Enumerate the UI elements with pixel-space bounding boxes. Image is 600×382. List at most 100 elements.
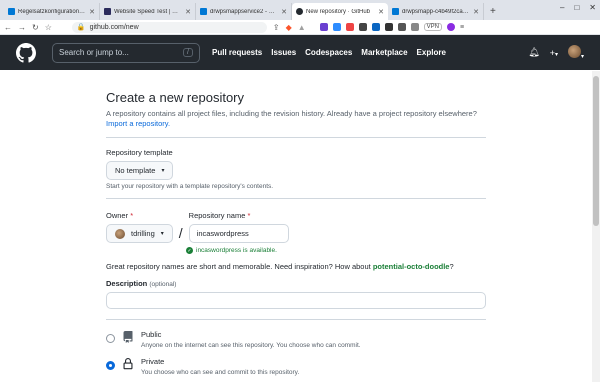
github-header: Search or jump to... / Pull requests Iss… (0, 35, 600, 70)
vpn-button[interactable]: VPN (423, 23, 442, 31)
repo-name-label: Repository name * (188, 211, 251, 220)
repo-name-input[interactable]: incaswordpress (188, 224, 289, 243)
private-text: Private You choose who can see and commi… (141, 357, 299, 376)
private-desc: You choose who can see and commit to thi… (141, 369, 300, 376)
close-icon[interactable]: ✕ (185, 8, 191, 16)
page-subtitle: A repository contains all project files,… (106, 109, 486, 129)
tab-label: drwpsmappservice2 - Microsoft (210, 8, 279, 15)
nav-pull-requests[interactable]: Pull requests (212, 48, 262, 57)
lock-icon: 🔒 (76, 24, 86, 31)
browser-tab[interactable]: Regelsatzkonfiguration - Micro ✕ (4, 3, 100, 20)
brave-wallet-icon[interactable] (447, 23, 455, 31)
extension-icon[interactable] (397, 23, 406, 31)
new-repo-form: Create a new repository A repository con… (106, 70, 486, 376)
nav-explore[interactable]: Explore (417, 48, 446, 57)
extension-icon[interactable] (332, 23, 341, 31)
browser-tab[interactable]: drwpsmappservice2 - Microsoft ✕ (196, 3, 292, 20)
forward-icon[interactable]: → (18, 23, 26, 32)
notifications-bell-icon[interactable]: 🔔︎ (528, 47, 539, 58)
back-icon[interactable]: ← (4, 23, 12, 32)
tab-label: Website Speed Test | Uptrends (114, 8, 182, 15)
browser-tab[interactable]: Website Speed Test | Uptrends ✕ (100, 3, 196, 20)
optional-marker: (optional) (149, 281, 177, 288)
template-hint: Start your repository with a template re… (106, 183, 274, 190)
github-icon (296, 8, 303, 15)
user-menu[interactable]: ▾ (567, 45, 584, 60)
extensions-row: VPN ≡ (319, 23, 464, 31)
github-logo-icon[interactable] (16, 42, 36, 63)
description-input[interactable] (106, 292, 486, 309)
close-icon[interactable]: ✕ (89, 8, 95, 16)
bookmark-icon[interactable]: ☆ (45, 23, 52, 32)
share-icon[interactable]: ⇪ (273, 23, 280, 32)
chevron-down-icon: ▾ (580, 54, 584, 60)
repo-icon (123, 331, 133, 343)
extension-icon[interactable] (384, 23, 393, 31)
import-repository-link[interactable]: Import a repository. (106, 119, 170, 128)
address-bar[interactable]: 🔒 github.com/new (71, 21, 267, 33)
repo-name-value: incaswordpress (196, 229, 249, 238)
maximize-button[interactable]: □ (574, 3, 579, 12)
scrollbar-thumb[interactable] (593, 76, 599, 226)
public-radio[interactable] (106, 334, 115, 343)
menu-icon[interactable]: ≡ (460, 24, 464, 31)
extension-icon[interactable] (319, 23, 328, 31)
nav-marketplace[interactable]: Marketplace (361, 48, 407, 57)
create-new-button[interactable]: +▾ (550, 48, 558, 58)
chevron-down-icon: ▾ (161, 168, 165, 174)
private-radio[interactable] (106, 361, 115, 370)
extension-icon[interactable] (410, 23, 419, 31)
suggestion-link[interactable]: potential-octo-doodle (373, 262, 450, 271)
url-text: github.com/new (89, 23, 139, 31)
azure-icon (200, 8, 207, 15)
search-input[interactable]: Search or jump to... / (52, 42, 200, 63)
close-icon[interactable]: ✕ (473, 8, 479, 16)
owner-select[interactable]: tdrilling ▾ (106, 224, 173, 243)
close-window-button[interactable]: ✕ (589, 3, 596, 12)
divider (106, 137, 486, 138)
azure-icon (392, 8, 399, 15)
browser-toolbar: ← → ↻ ☆ 🔒 github.com/new ⇪ ◆ ▲ VPN ≡ (0, 20, 600, 35)
brave-rewards-icon[interactable]: ▲ (298, 23, 306, 32)
new-tab-button[interactable]: + (484, 3, 502, 20)
extension-icon[interactable] (345, 23, 354, 31)
public-title: Public (141, 330, 162, 339)
brave-shield-icon[interactable]: ◆ (286, 23, 292, 32)
close-icon[interactable]: ✕ (281, 8, 287, 16)
availability-text: incaswordpress is available. (196, 247, 277, 254)
private-title: Private (141, 357, 165, 366)
chevron-down-icon: ▾ (160, 231, 164, 237)
divider (106, 198, 486, 199)
template-value: No template (115, 166, 156, 175)
page-title: Create a new repository (106, 90, 245, 105)
description-label: Description (optional) (106, 279, 177, 288)
suggestion-text: Great repository names are short and mem… (106, 262, 371, 271)
nav-issues[interactable]: Issues (271, 48, 296, 57)
avatar (567, 45, 581, 58)
browser-tab[interactable]: drwpsmapp-c4b49f2cace4f3 ✕ (388, 3, 484, 20)
required-marker: * (130, 211, 134, 220)
owner-repo-separator: / (178, 225, 183, 241)
extension-icon[interactable] (358, 23, 367, 31)
owner-value: tdrilling (131, 229, 155, 238)
template-select[interactable]: No template ▾ (106, 161, 174, 180)
tab-label: Regelsatzkonfiguration - Micro (18, 8, 86, 15)
main-nav: Pull requests Issues Codespaces Marketpl… (212, 48, 446, 57)
search-shortcut-key: / (183, 48, 193, 57)
name-suggestion: Great repository names are short and mem… (106, 262, 454, 271)
close-icon[interactable]: ✕ (378, 8, 384, 16)
visibility-option-public[interactable]: Public Anyone on the internet can see th… (106, 330, 486, 349)
nav-codespaces[interactable]: Codespaces (305, 48, 352, 57)
template-label: Repository template (106, 148, 173, 157)
owner-label: Owner * (106, 211, 134, 220)
header-actions: 🔔︎ +▾ ▾ (528, 45, 584, 60)
reload-icon[interactable]: ↻ (32, 23, 39, 32)
tab-label: drwpsmapp-c4b49f2cace4f3 (402, 8, 471, 15)
minimize-button[interactable]: – (560, 3, 564, 12)
public-desc: Anyone on the internet can see this repo… (141, 342, 361, 349)
search-placeholder: Search or jump to... (59, 48, 129, 57)
required-marker: * (247, 211, 251, 220)
visibility-option-private[interactable]: Private You choose who can see and commi… (106, 357, 486, 376)
extension-icon[interactable] (371, 23, 380, 31)
browser-tab-active[interactable]: New repository · GitHub ✕ (292, 3, 388, 20)
